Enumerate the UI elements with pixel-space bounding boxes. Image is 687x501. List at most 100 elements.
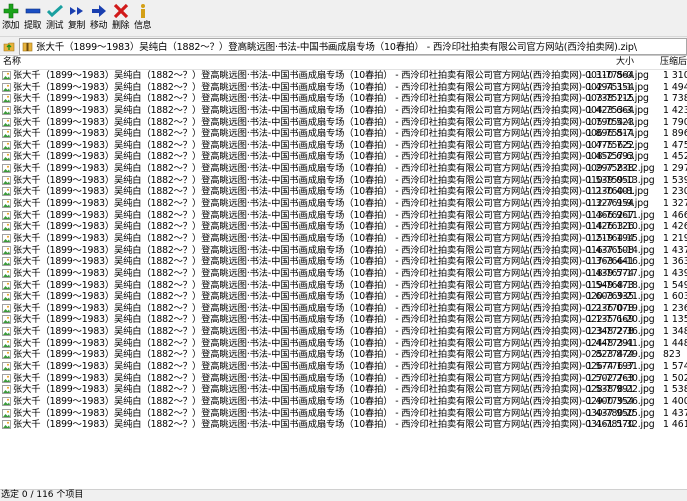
move-button[interactable]: 移动 <box>88 0 109 34</box>
file-row[interactable]: 张大千（1899～1983）吴纯白（1882～？）登高眺远图·书法-中国书画成扇… <box>0 221 687 233</box>
image-file-icon <box>2 385 11 395</box>
file-name: 张大千（1899～1983）吴纯白（1882～？）登高眺远图·书法-中国书画成扇… <box>13 291 655 303</box>
image-file-icon <box>2 327 11 336</box>
image-file-icon <box>2 373 11 383</box>
file-size: 1 896 814 <box>586 128 634 140</box>
test-button-label: 测试 <box>45 21 64 31</box>
file-row[interactable]: 张大千（1899～1983）吴纯白（1882～？）登高眺远图·书法-中国书画成扇… <box>0 245 687 257</box>
checkmark-icon <box>46 4 63 18</box>
file-packed-size: 1 466 <box>663 209 687 221</box>
file-size: 1 426 126 <box>586 221 634 233</box>
file-row[interactable]: 张大千（1899～1983）吴纯白（1882～？）登高眺远图·书法-中国书画成扇… <box>0 175 687 187</box>
column-header-packed-size[interactable]: 压缩后大小 <box>660 56 687 69</box>
file-size: 1 236 078 <box>586 302 634 314</box>
address-input[interactable]: 张大千（1899～1983）吴纯白（1882～？）登高眺远图·书法-中国书画成扇… <box>19 37 687 55</box>
copy-button[interactable]: 复制 <box>66 0 87 34</box>
file-size: 1 452 693 <box>586 151 634 163</box>
up-folder-button[interactable] <box>2 38 16 54</box>
file-packed-size: 1 549 <box>663 279 687 291</box>
file-row[interactable]: 张大千（1899～1983）吴纯白（1882～？）登高眺远图·书法-中国书画成扇… <box>0 396 687 408</box>
info-button[interactable]: 信息 <box>132 0 153 34</box>
file-row[interactable]: 张大千（1899～1983）吴纯白（1882～？）登高眺远图·书法-中国书画成扇… <box>0 361 687 373</box>
file-row[interactable]: 张大千（1899～1983）吴纯白（1882～？）登高眺远图·书法-中国书画成扇… <box>0 280 687 292</box>
file-name: 张大千（1899～1983）吴纯白（1882～？）登高眺远图·书法-中国书画成扇… <box>13 104 649 116</box>
file-size: 1 437 950 <box>586 407 634 419</box>
file-row[interactable]: 张大千（1899～1983）吴纯白（1882～？）登高眺远图·书法-中国书画成扇… <box>0 384 687 396</box>
file-row[interactable]: 张大千（1899～1983）吴纯白（1882～？）登高眺远图·书法-中国书画成扇… <box>0 408 687 420</box>
file-packed-size: 1 502 <box>663 372 687 384</box>
file-row[interactable]: 张大千（1899～1983）吴纯白（1882～？）登高眺远图·书法-中国书画成扇… <box>0 303 687 315</box>
file-row[interactable]: 张大千（1899～1983）吴纯白（1882～？）登高眺远图·书法-中国书画成扇… <box>0 82 687 94</box>
file-size: 1 448 291 <box>586 337 634 349</box>
file-row[interactable]: 张大千（1899～1983）吴纯白（1882～？）登高眺远图·书法-中国书画成扇… <box>0 117 687 129</box>
file-size: 1 439 574 <box>586 267 634 279</box>
image-file-icon <box>2 187 11 197</box>
file-row[interactable]: 张大千（1899～1983）吴纯白（1882～？）登高眺远图·书法-中国书画成扇… <box>0 349 687 361</box>
file-name: 张大千（1899～1983）吴纯白（1882～？）登高眺远图·书法-中国书画成扇… <box>13 372 655 384</box>
file-name: 张大千（1899～1983）吴纯白（1882～？）登高眺远图·书法-中国书画成扇… <box>13 384 655 396</box>
column-header-size[interactable]: 大小 <box>616 56 634 69</box>
file-name: 张大千（1899～1983）吴纯白（1882～？）登高眺远图·书法-中国书画成扇… <box>13 244 655 256</box>
test-button[interactable]: 测试 <box>44 0 65 34</box>
file-name: 张大千（1899～1983）吴纯白（1882～？）登高眺远图·书法-中国书画成扇… <box>13 163 655 175</box>
file-row[interactable]: 张大千（1899～1983）吴纯白（1882～？）登高眺远图·书法-中国书画成扇… <box>0 105 687 117</box>
file-name: 张大千（1899～1983）吴纯白（1882～？）登高眺远图·书法-中国书画成扇… <box>13 302 655 314</box>
file-size: 1 466 967 <box>586 209 634 221</box>
extract-button[interactable]: 提取 <box>22 0 43 34</box>
file-row[interactable]: 张大千（1899～1983）吴纯白（1882～？）登高眺远图·书法-中国书画成扇… <box>0 128 687 140</box>
file-size: 1 603 335 <box>586 291 634 303</box>
file-row[interactable]: 张大千（1899～1983）吴纯白（1882～？）登高眺远图·书法-中国书画成扇… <box>0 93 687 105</box>
info-icon <box>140 4 145 18</box>
file-packed-size: 1 363 <box>663 256 687 268</box>
file-name: 张大千（1899～1983）吴纯白（1882～？）登高眺远图·书法-中国书画成扇… <box>13 70 649 81</box>
file-size: 1 310 864 <box>586 70 634 81</box>
image-file-icon <box>2 269 11 278</box>
toolbar: 添加 提取 测试 复制 移动 删除 信息 <box>0 0 687 37</box>
file-row[interactable]: 张大千（1899～1983）吴纯白（1882～？）登高眺远图·书法-中国书画成扇… <box>0 233 687 245</box>
file-packed-size: 1 452 <box>663 151 687 163</box>
delete-button-label: 删除 <box>111 21 130 31</box>
file-row[interactable]: 张大千（1899～1983）吴纯白（1882～？）登高眺远图·书法-中国书画成扇… <box>0 256 687 268</box>
file-row[interactable]: 张大千（1899～1983）吴纯白（1882～？）登高眺远图·书法-中国书画成扇… <box>0 186 687 198</box>
file-packed-size: 1 790 <box>663 116 687 128</box>
file-packed-size: 1 603 <box>663 291 687 303</box>
image-file-icon <box>2 175 11 185</box>
file-row[interactable]: 张大千（1899～1983）吴纯白（1882～？）登高眺远图·书法-中国书画成扇… <box>0 326 687 338</box>
file-row[interactable]: 张大千（1899～1983）吴纯白（1882～？）登高眺远图·书法-中国书画成扇… <box>0 268 687 280</box>
file-packed-size: 1 310 <box>663 70 687 81</box>
file-row[interactable]: 张大千（1899～1983）吴纯白（1882～？）登高眺远图·书法-中国书画成扇… <box>0 140 687 152</box>
file-row[interactable]: 张大千（1899～1983）吴纯白（1882～？）登高眺远图·书法-中国书画成扇… <box>0 314 687 326</box>
file-row[interactable]: 张大千（1899～1983）吴纯白（1882～？）登高眺远图·书法-中国书画成扇… <box>0 70 687 82</box>
file-row[interactable]: 张大千（1899～1983）吴纯白（1882～？）登高眺远图·书法-中国书画成扇… <box>0 151 687 163</box>
file-packed-size: 823 <box>663 349 681 361</box>
file-name: 张大千（1899～1983）吴纯白（1882～？）登高眺远图·书法-中国书画成扇… <box>13 349 655 361</box>
file-row[interactable]: 张大千（1899～1983）吴纯白（1882～？）登高眺远图·书法-中国书画成扇… <box>0 338 687 350</box>
file-row[interactable]: 张大千（1899～1983）吴纯白（1882～？）登高眺远图·书法-中国书画成扇… <box>0 163 687 175</box>
file-row[interactable]: 张大千（1899～1983）吴纯白（1882～？）登高眺远图·书法-中国书画成扇… <box>0 373 687 385</box>
file-name: 张大千（1899～1983）吴纯白（1882～？）登高眺远图·书法-中国书画成扇… <box>13 279 655 291</box>
image-file-icon <box>2 210 11 220</box>
move-button-label: 移动 <box>89 21 108 31</box>
file-row[interactable]: 张大千（1899～1983）吴纯白（1882～？）登高眺远图·书法-中国书画成扇… <box>0 210 687 222</box>
file-name: 张大千（1899～1983）吴纯白（1882～？）登高眺远图·书法-中国书画成扇… <box>13 139 649 151</box>
file-size: 1 549 473 <box>586 279 634 291</box>
image-file-icon <box>2 106 11 115</box>
file-name: 张大千（1899～1983）吴纯白（1882～？）登高眺远图·书法-中国书画成扇… <box>13 198 649 210</box>
delete-button[interactable]: 删除 <box>110 0 131 34</box>
file-row[interactable]: 张大千（1899～1983）吴纯白（1882～？）登高眺远图·书法-中国书画成扇… <box>0 291 687 303</box>
file-size: 823 874 <box>595 349 634 361</box>
image-file-icon <box>2 303 11 313</box>
file-name: 张大千（1899～1983）吴纯白（1882～？）登高眺远图·书法-中国书画成扇… <box>13 314 655 326</box>
file-name: 张大千（1899～1983）吴纯白（1882～？）登高眺远图·书法-中国书画成扇… <box>13 221 655 233</box>
add-button[interactable]: 添加 <box>0 0 21 34</box>
column-header-name[interactable]: 名称 <box>3 56 21 69</box>
file-name: 张大千（1899～1983）吴纯白（1882～？）登高眺远图·书法-中国书画成扇… <box>13 419 655 431</box>
file-packed-size: 1 437 <box>663 244 687 256</box>
file-packed-size: 1 297 <box>663 163 687 175</box>
file-row[interactable]: 张大千（1899～1983）吴纯白（1882～？）登高眺远图·书法-中国书画成扇… <box>0 419 687 431</box>
file-size: 1 363 441 <box>586 256 634 268</box>
image-file-icon <box>2 140 11 150</box>
file-name: 张大千（1899～1983）吴纯白（1882～？）登高眺远图·书法-中国书画成扇… <box>13 174 655 186</box>
file-size: 1 135 669 <box>586 314 634 326</box>
file-row[interactable]: 张大千（1899～1983）吴纯白（1882～？）登高眺远图·书法-中国书画成扇… <box>0 198 687 210</box>
